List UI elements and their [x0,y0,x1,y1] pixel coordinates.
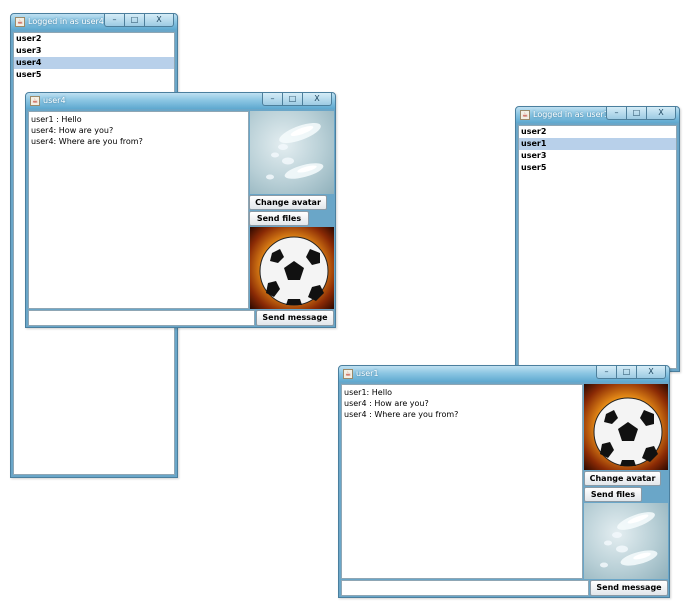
java-cup-icon: ☕ [15,17,25,27]
chat-history[interactable]: user1: Hello user4 : How are you? user4 … [341,384,583,579]
soccer-ball-icon [250,227,334,309]
water-drops-icon [584,503,668,579]
window-title: Logged in as user1 [533,110,609,119]
chat-message: user1: Hello [344,388,393,397]
chat-window-user4[interactable]: ☕ user4 – □ X user1 : Hello user4: How a… [25,92,336,328]
java-cup-icon: ☕ [520,110,530,120]
list-item[interactable]: user5 [14,69,174,81]
maximize-button[interactable]: □ [282,93,302,106]
list-item[interactable]: user3 [519,150,676,162]
close-button[interactable]: X [636,366,666,379]
maximize-button[interactable]: □ [124,14,144,27]
window-title: user4 [43,96,66,105]
water-drops-icon [250,111,334,194]
window-title: Logged in as user4 [28,17,104,26]
maximize-button[interactable]: □ [626,107,646,120]
list-item[interactable]: user4 [14,57,174,69]
java-cup-icon: ☕ [343,369,353,379]
message-input[interactable] [341,580,589,596]
minimize-button[interactable]: – [596,366,616,379]
window-title: user1 [356,369,379,378]
soccer-ball-icon [584,384,668,470]
close-button[interactable]: X [646,107,676,120]
maximize-button[interactable]: □ [616,366,636,379]
chat-message: user4 : How are you? [344,399,429,408]
java-cup-icon: ☕ [30,96,40,106]
minimize-button[interactable]: – [606,107,626,120]
list-item[interactable]: user2 [14,33,174,45]
send-files-button[interactable]: Send files [584,487,642,502]
user-list-window-user1[interactable]: ☕ Logged in as user1 – □ X user2 user1 u… [515,106,680,372]
chat-message: user4: Where are you from? [31,137,143,146]
chat-history[interactable]: user1 : Hello user4: How are you? user4:… [28,111,249,309]
title-bar[interactable]: ☕ user1 – □ X [339,366,669,382]
title-bar[interactable]: ☕ user4 – □ X [26,93,335,109]
change-avatar-button[interactable]: Change avatar [584,471,661,486]
change-avatar-button[interactable]: Change avatar [249,195,327,210]
close-button[interactable]: X [302,93,332,106]
list-item[interactable]: user2 [519,126,676,138]
message-input[interactable] [28,310,255,326]
send-message-button[interactable]: Send message [256,310,334,326]
chat-message: user4 : Where are you from? [344,410,459,419]
title-bar[interactable]: ☕ Logged in as user1 – □ X [516,107,679,123]
list-item[interactable]: user3 [14,45,174,57]
title-bar[interactable]: ☕ Logged in as user4 – □ X [11,14,177,30]
send-files-button[interactable]: Send files [249,211,309,226]
chat-message: user4: How are you? [31,126,114,135]
chat-window-user1[interactable]: ☕ user1 – □ X user1: Hello user4 : How a… [338,365,670,598]
list-item[interactable]: user5 [519,162,676,174]
close-button[interactable]: X [144,14,174,27]
user-list[interactable]: user2 user1 user3 user5 [518,125,677,369]
send-message-button[interactable]: Send message [590,580,668,596]
minimize-button[interactable]: – [262,93,282,106]
chat-message: user1 : Hello [31,115,82,124]
minimize-button[interactable]: – [104,14,124,27]
list-item[interactable]: user1 [519,138,676,150]
